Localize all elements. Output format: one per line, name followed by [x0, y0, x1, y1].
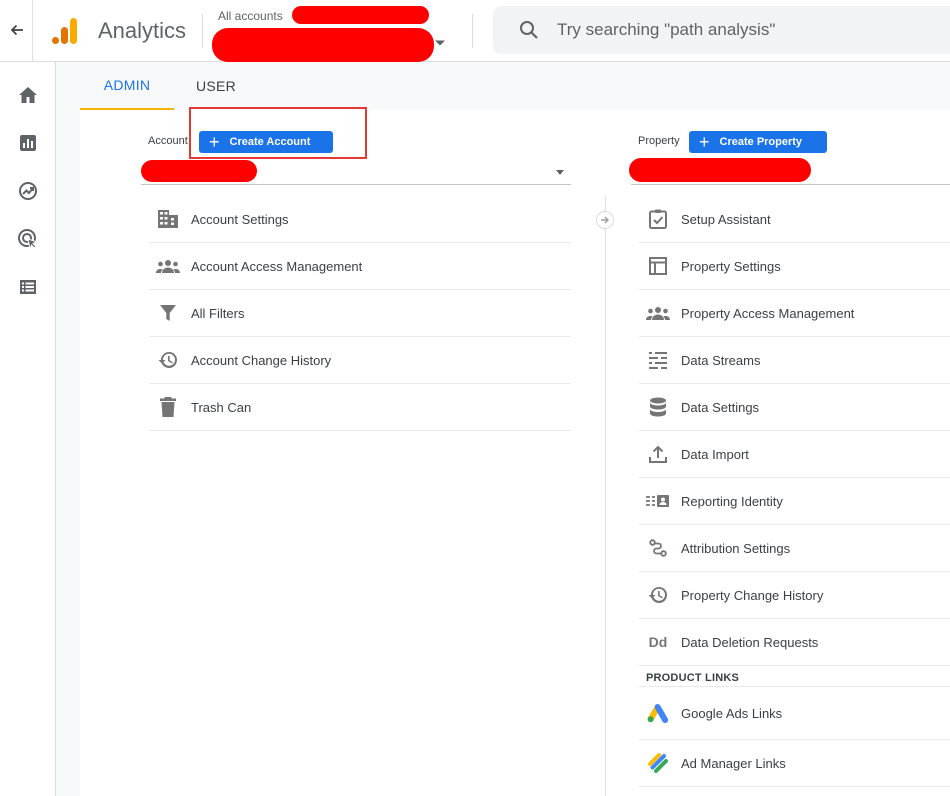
menu-item-label: Property Access Management: [681, 305, 855, 321]
left-nav: [0, 62, 56, 796]
menu-item-ad-manager-links[interactable]: Ad Manager Links: [639, 740, 950, 787]
account-select-chevron-icon[interactable]: [556, 170, 564, 175]
account-column-label: Account: [148, 135, 188, 147]
ad-manager-icon: [646, 751, 670, 775]
identity-icon: [646, 489, 670, 513]
advertising-icon[interactable]: [16, 227, 40, 251]
filter-icon: [156, 301, 180, 325]
upload-icon: [646, 442, 670, 466]
menu-item-label: Attribution Settings: [681, 540, 791, 556]
redacted-property-name: [212, 28, 434, 62]
annotation-highlight-box: [189, 107, 367, 159]
search-input[interactable]: [557, 20, 937, 40]
top-bar-divider: [32, 0, 33, 62]
data-deletion-icon: Dd: [646, 630, 670, 654]
menu-item-label: Data Import: [681, 446, 749, 462]
chevron-down-icon: [434, 34, 446, 52]
menu-item-label: Account Settings: [191, 211, 289, 227]
column-divider: [605, 196, 606, 796]
menu-item-google-ads-links[interactable]: Google Ads Links: [639, 687, 950, 740]
attribution-icon: [646, 536, 670, 560]
menu-item-label: Reporting Identity: [681, 493, 783, 509]
account-picker-label: All accounts: [218, 9, 283, 23]
menu-item-data-settings[interactable]: Data Settings: [639, 384, 950, 431]
create-property-label: Create Property: [719, 136, 803, 148]
property-select-underline: [631, 184, 950, 185]
account-select-underline: [141, 184, 571, 185]
menu-item-attribution-settings[interactable]: Attribution Settings: [639, 525, 950, 572]
back-arrow-icon[interactable]: [6, 18, 28, 42]
menu-item-property-settings[interactable]: Property Settings: [639, 243, 950, 290]
arrow-right-circle-icon: [596, 211, 614, 229]
configure-icon[interactable]: [16, 275, 40, 299]
property-column-label: Property: [638, 135, 680, 147]
app-title: Analytics: [98, 18, 187, 43]
checklist-icon: [646, 207, 670, 231]
menu-item-data-import[interactable]: Data Import: [639, 431, 950, 478]
menu-item-label: Data Deletion Requests: [681, 634, 819, 650]
menu-item-label: Setup Assistant: [681, 211, 771, 227]
search-icon: [519, 19, 541, 41]
menu-item-account-change-history[interactable]: Account Change History: [149, 337, 571, 384]
layout-icon: [646, 254, 670, 278]
menu-item-setup-assistant[interactable]: Setup Assistant: [639, 196, 950, 243]
data-deletion-icon-text: Dd: [648, 634, 668, 650]
menu-item-label: Data Streams: [681, 352, 761, 368]
account-menu: Account Settings Account Access Manageme…: [149, 196, 571, 431]
menu-item-trash-can[interactable]: Trash Can: [149, 384, 571, 431]
title-divider: [202, 14, 203, 48]
menu-item-label: Account Change History: [191, 352, 332, 368]
reports-icon[interactable]: [16, 131, 40, 155]
redacted-account-name: [292, 6, 429, 24]
search-bar[interactable]: [493, 6, 950, 54]
menu-item-label: Trash Can: [191, 399, 252, 415]
trash-icon: [156, 395, 180, 419]
tab-user[interactable]: USER: [180, 62, 252, 110]
plus-icon: +: [699, 132, 710, 152]
create-property-button[interactable]: + Create Property: [689, 131, 827, 153]
menu-item-label: Google Ads Links: [681, 705, 783, 721]
product-links-heading: PRODUCT LINKS: [639, 666, 950, 687]
redacted-property-select: [629, 158, 811, 182]
google-ads-icon: [646, 701, 670, 725]
analytics-logo-icon: [50, 16, 80, 46]
database-icon: [646, 395, 670, 419]
history-icon: [646, 583, 670, 607]
menu-item-label: Property Change History: [681, 587, 824, 603]
menu-item-account-settings[interactable]: Account Settings: [149, 196, 571, 243]
people-icon: [156, 254, 180, 278]
top-bar: Analytics All accounts: [0, 0, 950, 62]
menu-item-data-streams[interactable]: Data Streams: [639, 337, 950, 384]
explore-icon[interactable]: [16, 179, 40, 203]
account-picker[interactable]: All accounts: [210, 4, 450, 62]
property-menu: Setup Assistant Property Settings Proper…: [639, 196, 950, 787]
history-icon: [156, 348, 180, 372]
menu-item-label: Account Access Management: [191, 258, 363, 274]
menu-item-property-change-history[interactable]: Property Change History: [639, 572, 950, 619]
search-divider: [472, 14, 473, 48]
menu-item-all-filters[interactable]: All Filters: [149, 290, 571, 337]
home-icon[interactable]: [16, 83, 40, 107]
tab-admin[interactable]: ADMIN: [80, 62, 174, 110]
redacted-account-select: [141, 160, 257, 182]
streams-icon: [646, 348, 670, 372]
menu-item-data-deletion-requests[interactable]: Dd Data Deletion Requests: [639, 619, 950, 666]
menu-item-label: Ad Manager Links: [681, 755, 786, 771]
menu-item-label: Property Settings: [681, 258, 781, 274]
menu-item-reporting-identity[interactable]: Reporting Identity: [639, 478, 950, 525]
menu-item-label: Data Settings: [681, 399, 760, 415]
menu-item-property-access-management[interactable]: Property Access Management: [639, 290, 950, 337]
menu-item-account-access-management[interactable]: Account Access Management: [149, 243, 571, 290]
building-icon: [156, 207, 180, 231]
people-icon: [646, 301, 670, 325]
menu-item-label: All Filters: [191, 305, 245, 321]
